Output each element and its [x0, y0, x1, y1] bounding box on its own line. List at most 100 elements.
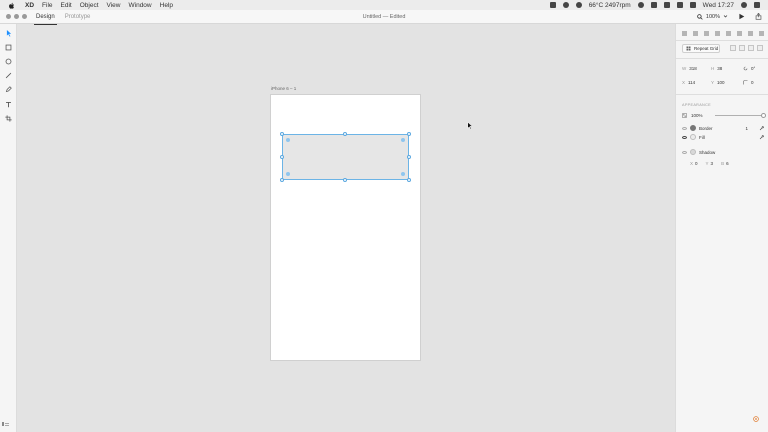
shadow-color-swatch[interactable]: [690, 149, 696, 155]
property-inspector: Repeat Grid W 318 H 38 0° X 114 Y 100 0 …: [675, 24, 768, 432]
mouse-cursor-icon: [467, 122, 473, 130]
select-tool[interactable]: [4, 29, 13, 38]
tab-prototype[interactable]: Prototype: [65, 12, 91, 22]
play-preview-icon[interactable]: [738, 13, 745, 20]
eye-icon[interactable]: [682, 150, 687, 154]
menu-view[interactable]: View: [107, 2, 121, 9]
width-label: W: [682, 66, 687, 71]
menu-window[interactable]: Window: [129, 2, 152, 9]
shadow-row: Shadow: [682, 149, 764, 155]
minimize-window-button[interactable]: [14, 14, 19, 19]
chevron-down-icon: [723, 15, 728, 18]
zoom-window-button[interactable]: [22, 14, 27, 19]
artboard-icon: [5, 115, 12, 122]
opacity-control[interactable]: 100%: [682, 113, 766, 118]
repeat-grid-button[interactable]: Repeat Grid: [682, 44, 720, 53]
align-center-icon[interactable]: [693, 30, 698, 36]
add-boolean-icon[interactable]: [730, 45, 736, 51]
cloud-icon[interactable]: [575, 2, 582, 8]
resize-handle-top-left[interactable]: [280, 132, 284, 136]
document-title: Untitled — Edited: [362, 13, 406, 20]
artboard-tool[interactable]: [4, 114, 13, 123]
tab-design[interactable]: Design: [34, 12, 57, 25]
align-right-icon[interactable]: [704, 30, 709, 36]
rectangle-tool[interactable]: [4, 43, 13, 52]
clipboard-icon[interactable]: [549, 2, 556, 8]
opacity-slider[interactable]: [714, 113, 766, 118]
alignment-tools: [682, 29, 764, 37]
align-top-icon[interactable]: [726, 30, 731, 36]
fill-label: Fill: [699, 134, 705, 140]
share-icon[interactable]: [755, 13, 762, 20]
resize-handle-bottom-left[interactable]: [280, 178, 284, 182]
height-field[interactable]: H 38: [711, 66, 722, 71]
resize-handle-top[interactable]: [343, 132, 347, 136]
zoom-control[interactable]: 100%: [697, 14, 728, 20]
corner-radius-handle[interactable]: [401, 172, 405, 176]
border-width-value[interactable]: 1: [745, 126, 748, 131]
resize-handle-bottom[interactable]: [343, 178, 347, 182]
text-tool[interactable]: [4, 100, 13, 109]
menu-help[interactable]: Help: [160, 2, 173, 9]
battery-icon[interactable]: [689, 2, 696, 8]
pen-icon: [5, 86, 12, 93]
eye-icon[interactable]: [682, 126, 687, 130]
artboard-title[interactable]: iPhone 6 – 1: [271, 86, 296, 91]
eyedropper-icon[interactable]: [759, 125, 764, 131]
apple-icon[interactable]: [8, 2, 15, 9]
shadow-y-field[interactable]: Y3: [706, 161, 714, 166]
ellipse-tool[interactable]: [4, 57, 13, 66]
menu-file[interactable]: File: [42, 2, 52, 9]
border-color-swatch[interactable]: [690, 125, 696, 131]
dropbox-icon[interactable]: [562, 2, 569, 8]
fill-color-swatch[interactable]: [690, 134, 696, 140]
align-middle-icon[interactable]: [737, 30, 742, 36]
corner-radius-handle[interactable]: [286, 138, 290, 142]
shadow-blur-field[interactable]: B6: [721, 161, 729, 166]
resize-handle-left[interactable]: [280, 155, 284, 159]
rectangle-icon: [5, 44, 12, 51]
resize-handle-top-right[interactable]: [407, 132, 411, 136]
distribute-vertical-icon[interactable]: [759, 30, 764, 36]
align-bottom-icon[interactable]: [748, 30, 753, 36]
width-field[interactable]: W 318: [682, 66, 697, 71]
layers-plugins-icons[interactable]: [2, 422, 9, 426]
x-label: X: [682, 80, 686, 85]
pen-tool[interactable]: [4, 85, 13, 94]
close-window-button[interactable]: [6, 14, 11, 19]
y-field[interactable]: Y 100: [711, 80, 725, 85]
notification-center-icon[interactable]: [754, 2, 760, 8]
exclude-boolean-icon[interactable]: [757, 45, 763, 51]
corner-radius-handle[interactable]: [286, 172, 290, 176]
drop-icon[interactable]: [650, 2, 657, 8]
selected-rectangle[interactable]: [282, 134, 409, 180]
distribute-horizontal-icon[interactable]: [715, 30, 720, 36]
opacity-slider-knob[interactable]: [761, 113, 766, 118]
resize-handle-bottom-right[interactable]: [407, 178, 411, 182]
menu-edit[interactable]: Edit: [61, 2, 72, 9]
x-value: 114: [688, 80, 696, 85]
location-icon[interactable]: [637, 2, 644, 8]
rotation-field[interactable]: 0°: [743, 66, 755, 71]
wifi-icon[interactable]: [663, 2, 670, 8]
corner-radius-icon: [743, 80, 748, 85]
subtract-boolean-icon[interactable]: [739, 45, 745, 51]
x-field[interactable]: X 114: [682, 80, 695, 85]
line-tool[interactable]: [4, 71, 13, 80]
spotlight-icon[interactable]: [741, 2, 747, 8]
temperature-readout[interactable]: 66°C 2497rpm: [589, 2, 631, 9]
eye-icon[interactable]: [682, 135, 687, 139]
menu-xd[interactable]: XD: [25, 2, 34, 9]
shadow-x-field[interactable]: X0: [690, 161, 698, 166]
feedback-icon[interactable]: [753, 416, 759, 422]
resize-handle-right[interactable]: [407, 155, 411, 159]
align-left-icon[interactable]: [682, 30, 687, 36]
intersect-boolean-icon[interactable]: [748, 45, 754, 51]
corner-radius-field[interactable]: 0: [743, 80, 754, 85]
status-area: 66°C 2497rpm Wed 17:27: [549, 2, 760, 9]
menu-object[interactable]: Object: [80, 2, 99, 9]
corner-radius-handle[interactable]: [401, 138, 405, 142]
volume-icon[interactable]: [676, 2, 683, 8]
eyedropper-icon[interactable]: [759, 134, 764, 140]
clock[interactable]: Wed 17:27: [703, 2, 734, 9]
